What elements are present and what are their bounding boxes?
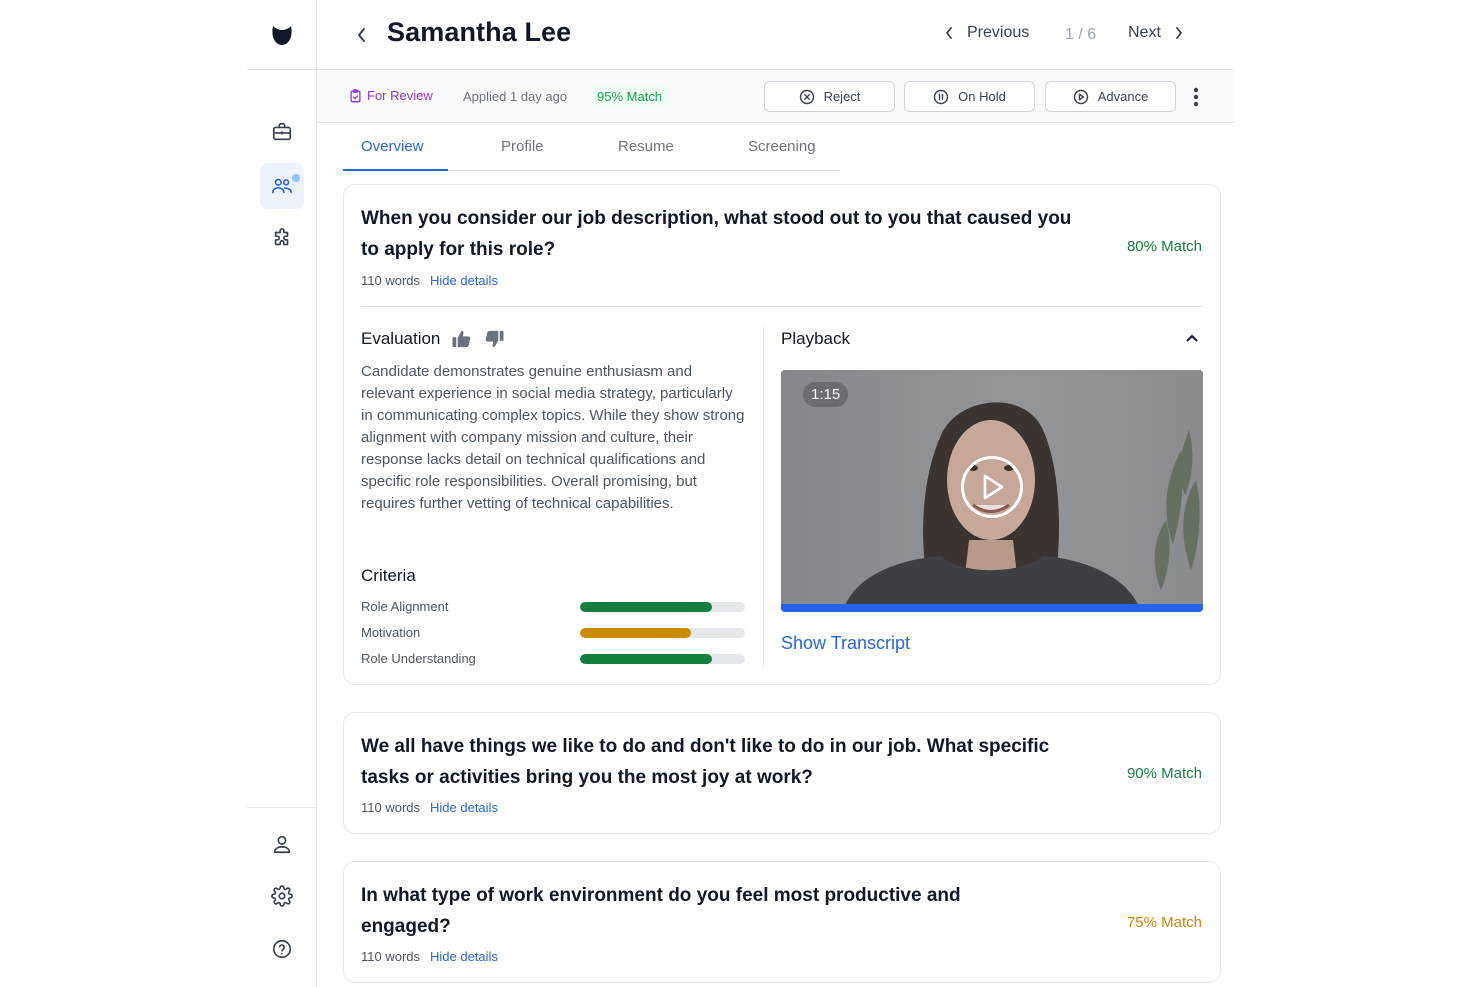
- advance-button[interactable]: Advance: [1045, 81, 1176, 112]
- criteria-title: Criteria: [361, 566, 416, 585]
- criteria-row: Motivation: [361, 625, 745, 641]
- tab-overview[interactable]: Overview: [361, 138, 424, 155]
- next-label: Next: [1128, 24, 1161, 41]
- question-card-3: In what type of work environment do you …: [343, 861, 1221, 983]
- criteria-bar-track: [580, 628, 745, 638]
- question-match-score: 75% Match: [1126, 914, 1202, 931]
- briefcase-icon: [272, 122, 292, 141]
- thumbs-down-icon[interactable]: [485, 330, 504, 348]
- sidebar-item-profile[interactable]: [260, 821, 304, 867]
- question-text: When you consider our job description, w…: [361, 208, 1072, 260]
- evaluation-header: Evaluation: [361, 329, 504, 349]
- question-match-score: 90% Match: [1126, 765, 1202, 782]
- chevron-right-icon: [1176, 27, 1182, 39]
- user-icon: [273, 835, 291, 854]
- word-count: 110 words: [361, 273, 421, 288]
- question-meta: 110 words Hide details: [361, 949, 498, 964]
- hide-details-link[interactable]: Hide details: [430, 273, 498, 288]
- review-status-label: For Review: [367, 88, 433, 103]
- more-vertical-icon: [1193, 87, 1199, 107]
- criteria-bar-track: [580, 654, 745, 664]
- users-icon: [272, 178, 292, 194]
- card-divider: [361, 306, 1203, 307]
- sidebar: [247, 0, 317, 987]
- collapse-playback-button[interactable]: [1182, 329, 1202, 347]
- playback-title: Playback: [781, 329, 850, 348]
- advance-label: Advance: [1097, 89, 1149, 104]
- x-circle-icon: [799, 89, 814, 104]
- criteria-row: Role Understanding: [361, 651, 745, 667]
- video-player[interactable]: 1:15: [781, 370, 1203, 612]
- tab-profile[interactable]: Profile: [501, 138, 544, 155]
- criteria-bar-fill: [580, 654, 712, 664]
- clipboard-check-icon: [350, 88, 361, 102]
- notification-dot: [292, 174, 300, 182]
- criteria-label: Motivation: [361, 625, 421, 640]
- evaluation-title: Evaluation: [361, 329, 441, 348]
- tab-resume[interactable]: Resume: [618, 138, 674, 155]
- video-progress-bar[interactable]: [781, 604, 1203, 612]
- gear-icon: [271, 885, 293, 907]
- chevron-left-icon: [358, 28, 365, 42]
- help-icon: [272, 939, 292, 959]
- sidebar-item-integrations[interactable]: [260, 215, 304, 261]
- criteria-bar-fill: [580, 628, 691, 638]
- video-duration-badge: 1:15: [803, 382, 849, 407]
- question-meta: 110 words Hide details: [361, 800, 498, 815]
- on-hold-label: On Hold: [958, 89, 1006, 104]
- logo-icon: [271, 25, 292, 45]
- criteria-bar-track: [580, 602, 745, 612]
- back-button[interactable]: [351, 22, 373, 48]
- pause-circle-icon: [933, 89, 949, 104]
- reject-label: Reject: [823, 89, 861, 104]
- sidebar-item-jobs[interactable]: [260, 109, 304, 155]
- logo[interactable]: [247, 0, 316, 70]
- question-text: We all have things we like to do and don…: [361, 736, 1050, 788]
- overall-match-badge: 95% Match: [591, 86, 669, 107]
- active-tab-indicator: [343, 169, 448, 171]
- sidebar-item-candidates[interactable]: [260, 163, 304, 209]
- previous-button[interactable]: Previous: [945, 24, 1029, 42]
- play-icon: [983, 474, 1004, 500]
- tab-bar: Overview Profile Resume Screening: [343, 125, 840, 171]
- reject-button[interactable]: Reject: [764, 81, 895, 112]
- puzzle-icon: [274, 228, 289, 246]
- sidebar-item-settings[interactable]: [260, 873, 304, 919]
- word-count: 110 words: [361, 949, 421, 964]
- play-circle-icon: [1073, 89, 1088, 104]
- criteria-label: Role Alignment: [361, 599, 449, 614]
- column-divider: [763, 327, 764, 667]
- hide-details-link[interactable]: Hide details: [430, 800, 498, 815]
- criteria-label: Role Understanding: [361, 651, 476, 666]
- tab-screening[interactable]: Screening: [748, 138, 816, 155]
- question-card-1: When you consider our job description, w…: [343, 184, 1221, 685]
- criteria-row: Role Alignment: [361, 599, 745, 615]
- hide-details-link[interactable]: Hide details: [430, 949, 498, 964]
- candidate-counter: 1 / 6: [1065, 26, 1097, 43]
- previous-label: Previous: [967, 24, 1030, 41]
- on-hold-button[interactable]: On Hold: [904, 81, 1035, 112]
- chevron-up-icon: [1186, 335, 1198, 342]
- play-button[interactable]: [961, 456, 1023, 518]
- criteria-bar-fill: [580, 602, 712, 612]
- review-status-badge: For Review: [349, 88, 433, 103]
- question-card-2: We all have things we like to do and don…: [343, 712, 1221, 834]
- word-count: 110 words: [361, 800, 421, 815]
- header: Samantha Lee Previous 1 / 6 Next: [317, 0, 1234, 70]
- question-match-score: 80% Match: [1126, 238, 1202, 255]
- more-options-button[interactable]: [1185, 85, 1207, 109]
- chevron-left-icon: [946, 27, 952, 39]
- sidebar-divider: [247, 807, 316, 808]
- sidebar-item-help[interactable]: [260, 926, 304, 972]
- applied-date: Applied 1 day ago: [463, 89, 568, 104]
- question-text: In what type of work environment do you …: [361, 885, 961, 937]
- question-meta: 110 words Hide details: [361, 273, 498, 288]
- thumbs-up-icon[interactable]: [452, 330, 471, 348]
- evaluation-text: Candidate demonstrates genuine enthusias…: [361, 363, 745, 512]
- show-transcript-link[interactable]: Show Transcript: [781, 633, 910, 654]
- candidate-name: Samantha Lee: [387, 17, 572, 47]
- next-button[interactable]: Next: [1128, 24, 1183, 42]
- status-bar: For Review Applied 1 day ago 95% Match R…: [317, 71, 1234, 123]
